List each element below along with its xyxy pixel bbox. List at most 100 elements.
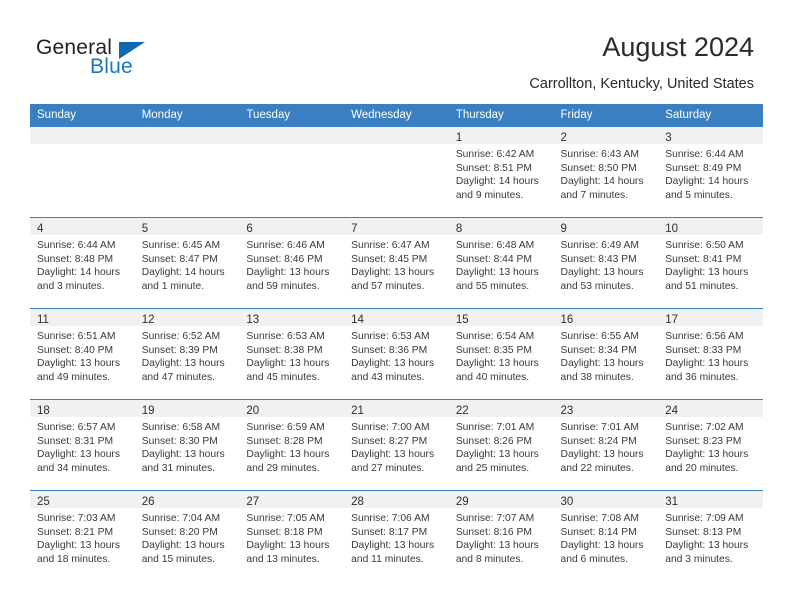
day-number: 17 [665,314,679,326]
calendar-day-cell[interactable]: 16 Sunrise: 6:55 AM Sunset: 8:34 PM Dayligh… [553,308,659,400]
day-number-strip: 16 [553,309,659,326]
calendar-day-cell[interactable]: 20 Sunrise: 6:59 AM Sunset: 8:28 PM Dayligh… [239,399,345,491]
sunrise-text: Sunrise: 6:46 AM [246,240,325,251]
day-number-strip: 5 [134,218,240,235]
day-cell-inner: 14 Sunrise: 6:53 AM Sunset: 8:36 PM Dayligh… [344,309,449,399]
daylight-text: Daylight: 13 hours [246,267,330,279]
day-details: Sunrise: 7:08 AM Sunset: 8:14 PM Daylight:… [554,508,659,566]
daylight-text-cont: and 40 minutes. [455,371,530,383]
day-details: Sunrise: 6:58 AM Sunset: 8:30 PM Daylight:… [135,417,240,475]
day-number-strip: 23 [553,400,659,417]
calendar-day-cell[interactable]: 26 Sunrise: 7:04 AM Sunset: 8:20 PM Dayligh… [134,490,240,581]
sunrise-text: Sunrise: 6:53 AM [246,331,325,342]
weekday-header-wednesday: Wednesday [344,104,449,127]
weekday-header-thursday: Thursday [448,104,554,127]
day-number-strip: 24 [658,400,763,417]
calendar-day-cell[interactable]: 25 Sunrise: 7:03 AM Sunset: 8:21 PM Dayligh… [30,490,135,581]
calendar-day-cell[interactable]: 23 Sunrise: 7:01 AM Sunset: 8:24 PM Dayligh… [553,399,659,491]
calendar-day-cell[interactable]: 7 Sunrise: 6:47 AM Sunset: 8:45 PM Daylight… [344,217,449,309]
general-blue-logo[interactable]: General Blue [36,36,276,82]
calendar-day-cell[interactable]: 9 Sunrise: 6:49 AM Sunset: 8:43 PM Daylight… [553,217,659,309]
calendar-day-cell[interactable]: 8 Sunrise: 6:48 AM Sunset: 8:44 PM Daylight… [448,217,554,309]
sunset-text: Sunset: 8:17 PM [351,526,428,538]
calendar-container: Sunday Monday Tuesday Wednesday Thursday… [30,104,763,581]
daylight-text-cont: and 1 minute. [141,280,205,292]
calendar-day-cell[interactable]: 12 Sunrise: 6:52 AM Sunset: 8:39 PM Dayligh… [134,308,240,400]
calendar-day-cell[interactable]: 27 Sunrise: 7:05 AM Sunset: 8:18 PM Dayligh… [239,490,345,581]
calendar-day-cell[interactable]: 1 Sunrise: 6:42 AM Sunset: 8:51 PM Daylight… [448,126,554,218]
calendar-day-cell[interactable]: 30 Sunrise: 7:08 AM Sunset: 8:14 PM Dayligh… [553,490,659,581]
day-details: Sunrise: 6:56 AM Sunset: 8:33 PM Daylight:… [658,326,763,384]
sunset-text: Sunset: 8:35 PM [455,344,532,356]
calendar-day-cell[interactable]: 19 Sunrise: 6:58 AM Sunset: 8:30 PM Dayligh… [134,399,240,491]
sunset-text: Sunset: 8:14 PM [560,526,637,538]
daylight-text: Daylight: 13 hours [246,358,330,370]
calendar-day-cell[interactable]: 4 Sunrise: 6:44 AM Sunset: 8:48 PM Daylight… [30,217,135,309]
calendar-day-cell[interactable]: 29 Sunrise: 7:07 AM Sunset: 8:16 PM Dayligh… [448,490,554,581]
calendar-week-row: 4 Sunrise: 6:44 AM Sunset: 8:48 PM Daylight… [30,217,763,309]
calendar-day-cell[interactable]: 17 Sunrise: 6:56 AM Sunset: 8:33 PM Dayligh… [658,308,763,400]
daylight-text: Daylight: 13 hours [665,358,749,370]
sunset-text: Sunset: 8:48 PM [37,253,114,265]
day-number: 4 [37,223,44,235]
daylight-text-cont: and 3 minutes. [37,280,105,292]
sunset-text: Sunset: 8:49 PM [665,162,742,174]
calendar-day-cell[interactable]: 31 Sunrise: 7:09 AM Sunset: 8:13 PM Dayligh… [658,490,763,581]
daylight-text: Daylight: 14 hours [455,176,539,188]
sunset-text: Sunset: 8:45 PM [351,253,428,265]
calendar-day-cell[interactable]: 15 Sunrise: 6:54 AM Sunset: 8:35 PM Dayligh… [448,308,554,400]
day-details: Sunrise: 7:09 AM Sunset: 8:13 PM Daylight:… [658,508,763,566]
sunset-text: Sunset: 8:16 PM [455,526,532,538]
day-cell-inner: 26 Sunrise: 7:04 AM Sunset: 8:20 PM Dayligh… [134,491,240,581]
calendar-week-row: 18 Sunrise: 6:57 AM Sunset: 8:31 PM Dayligh… [30,399,763,491]
sunrise-text: Sunrise: 7:00 AM [351,422,430,433]
day-cell-inner: 23 Sunrise: 7:01 AM Sunset: 8:24 PM Dayligh… [553,400,659,490]
day-cell-inner: 30 Sunrise: 7:08 AM Sunset: 8:14 PM Dayligh… [553,491,659,581]
weekday-header-friday: Friday [553,104,659,127]
calendar-day-cell[interactable]: 3 Sunrise: 6:44 AM Sunset: 8:49 PM Daylight… [658,126,763,218]
sunrise-text: Sunrise: 6:51 AM [37,331,116,342]
calendar-day-cell[interactable]: 22 Sunrise: 7:01 AM Sunset: 8:26 PM Dayligh… [448,399,554,491]
logo-text-blue: Blue [90,55,133,78]
day-cell-inner: 1 Sunrise: 6:42 AM Sunset: 8:51 PM Daylight… [448,127,554,217]
daylight-text: Daylight: 13 hours [141,449,225,461]
calendar-day-cell[interactable]: 28 Sunrise: 7:06 AM Sunset: 8:17 PM Dayligh… [344,490,449,581]
calendar-day-cell[interactable]: 13 Sunrise: 6:53 AM Sunset: 8:38 PM Dayligh… [239,308,345,400]
day-cell-inner: 28 Sunrise: 7:06 AM Sunset: 8:17 PM Dayligh… [344,491,449,581]
day-number-strip: 15 [448,309,554,326]
day-number-strip: 13 [239,309,345,326]
weekday-header-sunday: Sunday [30,104,135,127]
day-details: Sunrise: 6:47 AM Sunset: 8:45 PM Daylight:… [344,235,449,293]
daylight-text-cont: and 55 minutes. [455,280,530,292]
sunrise-text: Sunrise: 6:48 AM [455,240,535,251]
calendar-day-cell[interactable]: 24 Sunrise: 7:02 AM Sunset: 8:23 PM Dayligh… [658,399,763,491]
day-number-strip: 26 [134,491,240,508]
daylight-text: Daylight: 13 hours [141,540,225,552]
sunrise-text: Sunrise: 6:42 AM [455,149,535,160]
daylight-text: Daylight: 13 hours [351,540,435,552]
day-details: Sunrise: 6:59 AM Sunset: 8:28 PM Daylight:… [239,417,344,475]
daylight-text: Daylight: 14 hours [37,267,120,279]
calendar-day-cell[interactable]: 14 Sunrise: 6:53 AM Sunset: 8:36 PM Dayligh… [344,308,449,400]
day-details: Sunrise: 7:00 AM Sunset: 8:27 PM Daylight:… [344,417,449,475]
daylight-text: Daylight: 13 hours [37,540,120,552]
day-number: 16 [560,314,574,326]
daylight-text-cont: and 45 minutes. [246,371,320,383]
day-cell-inner: 5 Sunrise: 6:45 AM Sunset: 8:47 PM Daylight… [134,218,240,308]
day-details: Sunrise: 6:44 AM Sunset: 8:48 PM Daylight:… [30,235,135,293]
day-number: 2 [560,132,567,144]
sunrise-text: Sunrise: 6:43 AM [560,149,639,160]
day-details: Sunrise: 7:01 AM Sunset: 8:24 PM Daylight:… [554,417,659,475]
daylight-text-cont: and 29 minutes. [246,462,320,474]
daylight-text: Daylight: 13 hours [665,449,749,461]
calendar-day-cell[interactable]: 21 Sunrise: 7:00 AM Sunset: 8:27 PM Dayligh… [344,399,449,491]
calendar-day-cell[interactable]: 6 Sunrise: 6:46 AM Sunset: 8:46 PM Daylight… [239,217,345,309]
calendar-day-cell[interactable]: 10 Sunrise: 6:50 AM Sunset: 8:41 PM Dayligh… [658,217,763,309]
day-number: 15 [455,314,469,326]
calendar-day-cell[interactable]: 2 Sunrise: 6:43 AM Sunset: 8:50 PM Daylight… [553,126,659,218]
calendar-day-cell[interactable]: 18 Sunrise: 6:57 AM Sunset: 8:31 PM Dayligh… [30,399,135,491]
calendar-day-cell[interactable]: 5 Sunrise: 6:45 AM Sunset: 8:47 PM Daylight… [134,217,240,309]
day-number: 20 [246,405,260,417]
day-cell-inner: 18 Sunrise: 6:57 AM Sunset: 8:31 PM Dayligh… [30,400,135,490]
calendar-day-cell[interactable]: 11 Sunrise: 6:51 AM Sunset: 8:40 PM Dayligh… [30,308,135,400]
